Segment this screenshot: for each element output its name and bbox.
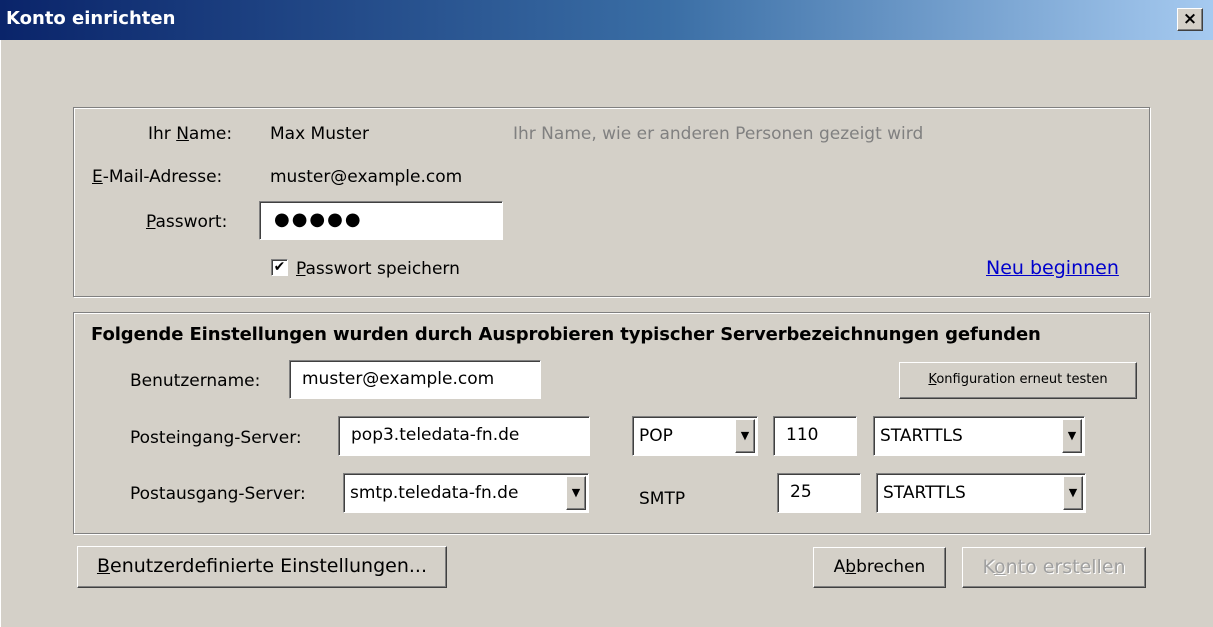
username-input[interactable]: muster@example.com <box>289 360 541 399</box>
chevron-down-icon[interactable]: ▼ <box>1062 419 1082 453</box>
email-value[interactable]: muster@example.com <box>270 167 462 187</box>
window-frame <box>0 40 8 627</box>
incoming-server-input[interactable]: pop3.teledata-fn.de <box>338 416 590 456</box>
chevron-down-icon[interactable]: ▼ <box>735 419 755 453</box>
chevron-down-icon[interactable]: ▼ <box>1063 476 1083 510</box>
incoming-server-label: Posteingang-Server: <box>130 428 302 448</box>
save-password-label[interactable]: Passwort speichern <box>296 259 460 279</box>
server-settings-heading: Folgende Einstellungen wurden durch Ausp… <box>91 324 1041 345</box>
custom-settings-button[interactable]: Benutzerdefinierte Einstellungen... <box>77 546 447 588</box>
chevron-down-icon[interactable]: ▼ <box>566 476 586 510</box>
password-field[interactable]: ●●●●● <box>259 201 503 240</box>
outgoing-protocol-label: SMTP <box>639 489 686 509</box>
name-label: Ihr Name: <box>148 124 233 144</box>
save-password-checkbox[interactable]: ✔ <box>271 259 288 276</box>
create-account-button[interactable]: Konto erstellen <box>962 547 1146 588</box>
name-value[interactable]: Max Muster <box>270 124 369 144</box>
password-label: Passwort: <box>146 212 228 232</box>
window-title: Konto einrichten <box>6 8 176 29</box>
restart-link[interactable]: Neu beginnen <box>986 257 1119 279</box>
name-hint: Ihr Name, wie er anderen Personen gezeig… <box>513 124 924 144</box>
cancel-button[interactable]: Abbrechen <box>813 547 946 588</box>
checkmark-icon: ✔ <box>273 259 286 275</box>
incoming-protocol-select[interactable]: POP ▼ <box>632 416 758 456</box>
outgoing-security-value: STARTTLS <box>883 483 966 503</box>
title-bar: Konto einrichten × <box>0 0 1213 40</box>
incoming-port-input[interactable]: 110 <box>773 416 857 456</box>
email-label: E-Mail-Adresse: <box>92 167 223 187</box>
close-button[interactable]: × <box>1177 8 1203 31</box>
close-icon: × <box>1182 9 1198 29</box>
retest-configuration-button[interactable]: Konfiguration erneut testen <box>899 362 1137 399</box>
outgoing-server-value: smtp.teledata-fn.de <box>350 483 519 503</box>
outgoing-port-input[interactable]: 25 <box>777 473 861 513</box>
outgoing-security-select[interactable]: STARTTLS ▼ <box>876 473 1086 513</box>
outgoing-server-select[interactable]: smtp.teledata-fn.de ▼ <box>343 473 589 513</box>
incoming-protocol-value: POP <box>639 426 673 446</box>
username-label: Benutzername: <box>130 371 261 391</box>
incoming-security-value: STARTTLS <box>880 426 963 446</box>
incoming-security-select[interactable]: STARTTLS ▼ <box>873 416 1085 456</box>
outgoing-server-label: Postausgang-Server: <box>130 484 306 504</box>
